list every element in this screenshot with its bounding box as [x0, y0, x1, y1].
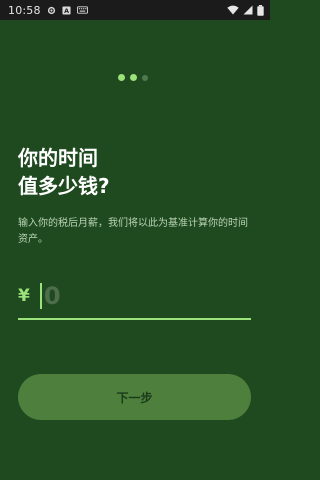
battery-icon: [257, 4, 264, 16]
page-subtitle: 输入你的税后月薪，我们将以此为基准计算你的时间资产。: [18, 218, 248, 245]
wifi-icon: [227, 5, 239, 15]
salary-input-row[interactable]: ¥: [18, 274, 251, 318]
title-line-2: 值多少钱?: [18, 174, 110, 198]
status-bar: 10:58 A: [0, 0, 270, 20]
cell-signal-icon: [243, 5, 253, 15]
title-line-1: 你的时间: [18, 146, 98, 170]
next-button[interactable]: 下一步: [18, 374, 251, 420]
page-dot-active: [130, 74, 137, 81]
status-left: 10:58 A: [8, 4, 88, 17]
page-dot-inactive: [142, 74, 148, 81]
currency-symbol: ¥: [18, 286, 30, 306]
salary-amount-input[interactable]: [43, 282, 214, 310]
text-cursor: [39, 283, 42, 309]
input-underline: [18, 318, 251, 320]
keyboard-icon: [76, 6, 88, 14]
a-notification-icon: A: [62, 5, 71, 15]
page-dot-active: [118, 74, 125, 81]
svg-text:A: A: [64, 8, 69, 15]
page-indicator: [118, 74, 148, 81]
status-right: [227, 4, 264, 16]
page-title: 你的时间 值多少钱?: [18, 144, 248, 200]
settings-icon: [47, 6, 56, 15]
status-time: 10:58: [8, 3, 41, 17]
